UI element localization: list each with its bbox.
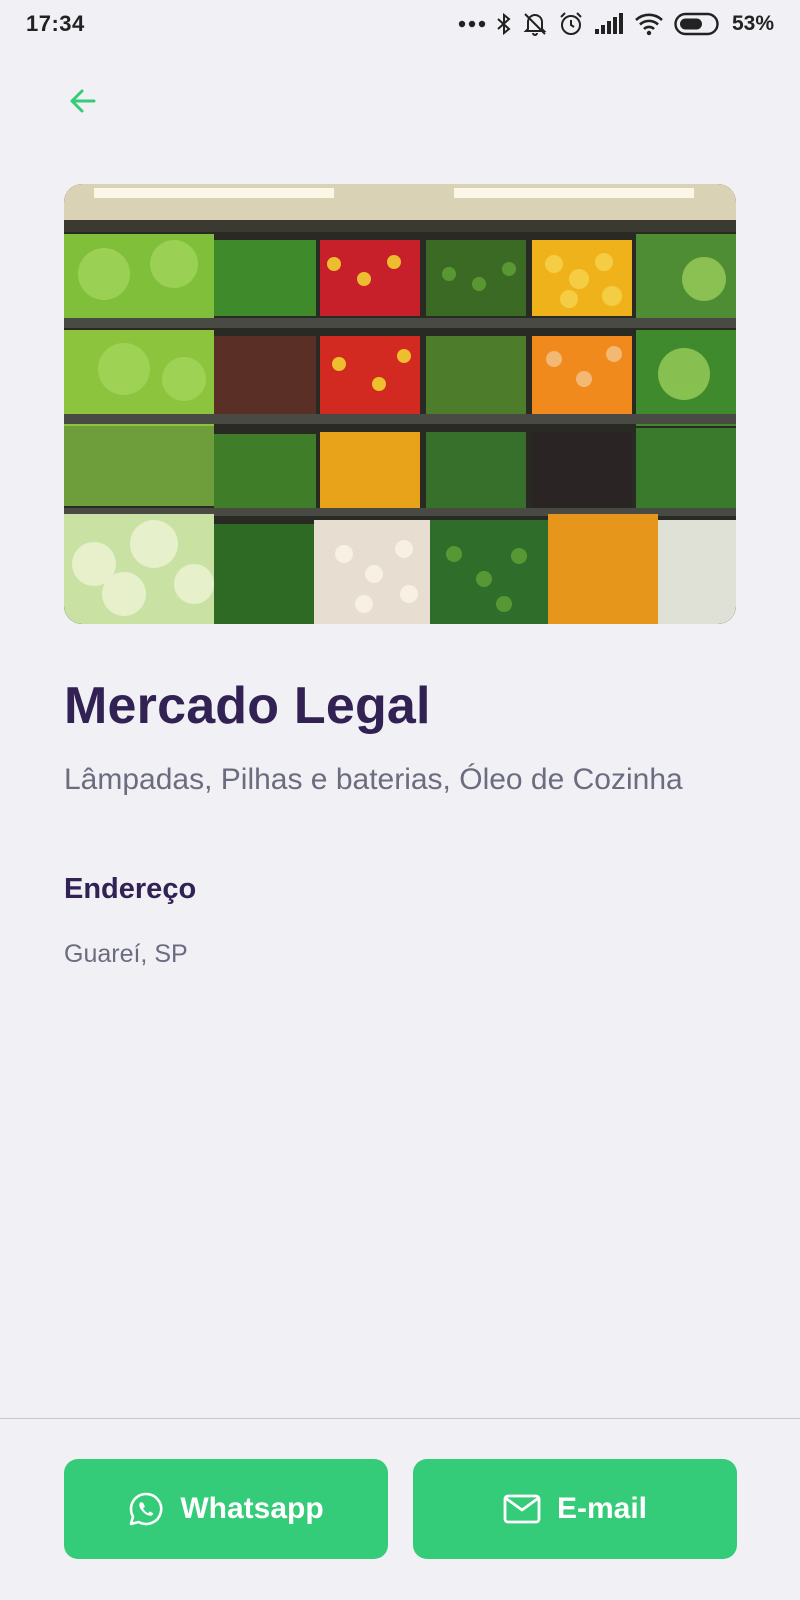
whatsapp-label: Whatsapp <box>180 1492 324 1525</box>
status-icons: 53% <box>458 11 774 37</box>
place-name: Mercado Legal <box>64 677 431 735</box>
status-bar: 17:34 53% <box>0 0 800 48</box>
whatsapp-button[interactable]: Whatsapp <box>64 1459 388 1559</box>
bluetooth-icon <box>497 12 511 36</box>
place-image <box>64 184 736 624</box>
whatsapp-icon <box>130 1492 163 1526</box>
address-heading: Endereço <box>64 873 197 905</box>
point-detail-screen: 17:34 53% Mercado Legal Lâmpadas, Pilhas… <box>0 0 800 1600</box>
mail-icon <box>503 1494 541 1524</box>
mute-bell-icon <box>523 13 547 36</box>
email-label: E-mail <box>556 1492 648 1525</box>
arrow-left-icon <box>70 89 96 113</box>
battery-icon <box>674 12 719 36</box>
status-time: 17:34 <box>26 11 85 36</box>
battery-percent: 53% <box>731 12 774 35</box>
footer: Whatsapp E-mail <box>0 1418 800 1600</box>
back-button[interactable] <box>66 84 100 118</box>
email-button[interactable]: E-mail <box>413 1459 737 1559</box>
place-items: Lâmpadas, Pilhas e baterias, Óleo de Coz… <box>64 763 683 796</box>
more-dots-icon <box>458 20 486 28</box>
wifi-icon <box>635 13 663 36</box>
alarm-icon <box>560 12 582 35</box>
signal-icon <box>594 13 623 34</box>
address-value: Guareí, SP <box>64 940 188 968</box>
